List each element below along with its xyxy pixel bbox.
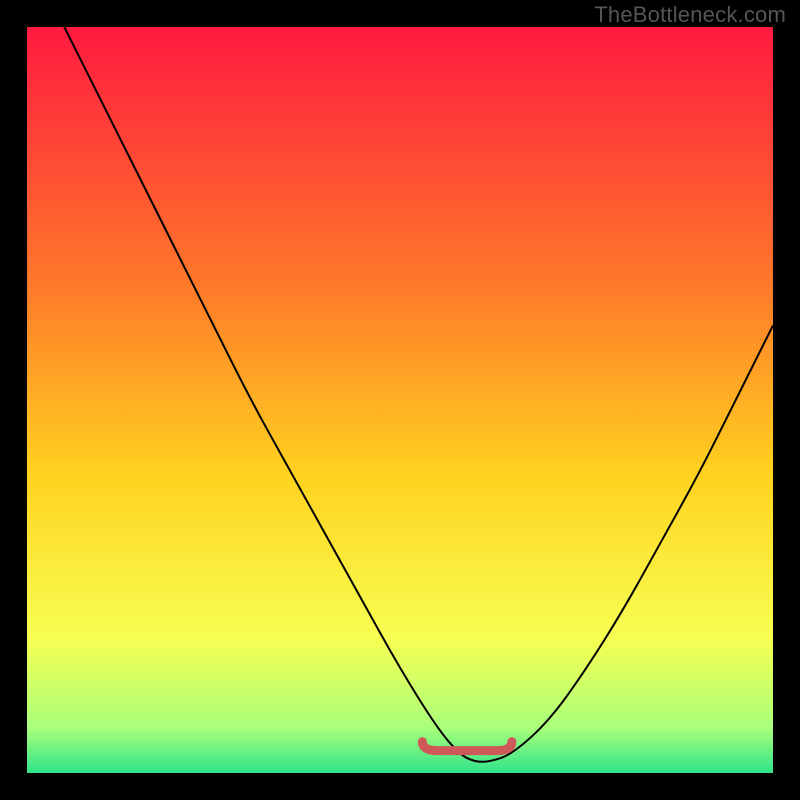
bottleneck-chart [27,27,773,773]
watermark-text: TheBottleneck.com [594,2,786,28]
gradient-background [27,27,773,773]
plot-area [27,27,773,773]
chart-frame: TheBottleneck.com [0,0,800,800]
